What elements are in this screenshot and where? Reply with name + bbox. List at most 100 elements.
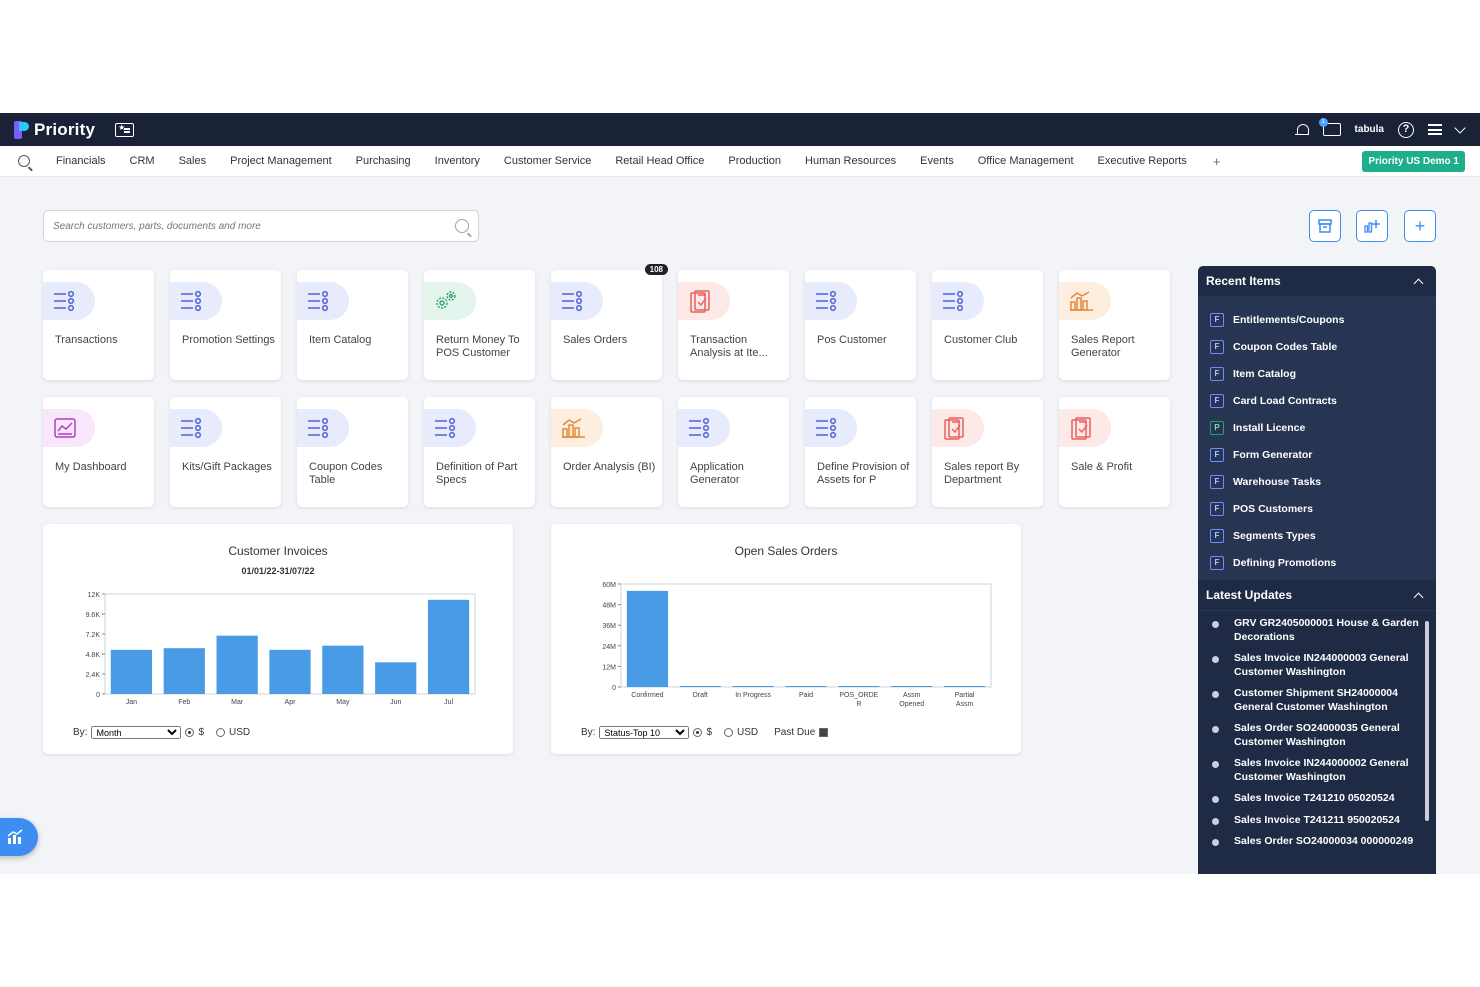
update-item[interactable]: Sales Invoice T241211 950020524	[1210, 814, 1436, 828]
id-card-icon[interactable]	[115, 122, 135, 137]
priority-logo-icon	[14, 120, 30, 139]
tile-transactions[interactable]: Transactions	[43, 270, 154, 380]
nav-office-management[interactable]: Office Management	[978, 155, 1074, 167]
chevron-down-icon[interactable]	[1454, 121, 1466, 134]
bell-icon[interactable]	[1294, 123, 1309, 137]
recent-item[interactable]: F Entitlements/Coupons	[1198, 306, 1436, 333]
priority-logo[interactable]: Priority	[14, 120, 95, 140]
currency-radio-usd[interactable]	[216, 728, 226, 737]
nav-sales[interactable]: Sales	[179, 155, 207, 167]
tile-customer-club[interactable]: Customer Club	[932, 270, 1043, 380]
search-icon[interactable]	[18, 155, 30, 167]
chevron-up-icon[interactable]	[1413, 592, 1424, 602]
magnifier-icon[interactable]	[455, 219, 469, 233]
tile-definition-of-part-specs[interactable]: Definition of Part Specs	[424, 397, 535, 507]
nav-project-management[interactable]: Project Management	[230, 155, 332, 167]
nav-retail-head-office[interactable]: Retail Head Office	[615, 155, 704, 167]
archive-button[interactable]	[1309, 210, 1341, 242]
menu-icon[interactable]	[1428, 124, 1442, 135]
recent-item[interactable]: F Coupon Codes Table	[1198, 333, 1436, 360]
add-button[interactable]: +	[1404, 210, 1436, 242]
nav-human-resources[interactable]: Human Resources	[805, 155, 896, 167]
list-icon	[297, 282, 349, 320]
user-name[interactable]: tabula	[1355, 124, 1384, 135]
update-item[interactable]: Sales Invoice IN244000002 General Custom…	[1210, 757, 1436, 784]
period-select[interactable]: Month	[91, 726, 182, 739]
tile-pos-customer[interactable]: Pos Customer	[805, 270, 916, 380]
analytics-fab[interactable]	[0, 818, 38, 856]
tile-coupon-codes-table[interactable]: Coupon Codes Table	[297, 397, 408, 507]
item-type-badge: F	[1210, 393, 1224, 408]
open-sales-orders-card: Open Sales Orders 0 12M 24M 36M 48M 60M Confir…	[551, 524, 1021, 754]
nav-events[interactable]: Events	[920, 155, 954, 167]
update-item[interactable]: Sales Order SO24000034 000000249	[1210, 835, 1436, 849]
tile-label: Kits/Gift Packages	[182, 461, 272, 473]
x-tick-label: R	[856, 701, 861, 708]
messages-badge: 1	[1318, 118, 1328, 127]
tile-application-generator[interactable]: Application Generator	[678, 397, 789, 507]
update-item[interactable]: Sales Invoice IN244000003 General Custom…	[1210, 652, 1436, 679]
update-item[interactable]: Sales Invoice T241210 05020524	[1210, 792, 1436, 806]
messages-icon[interactable]: 1	[1318, 118, 1341, 136]
list-icon	[932, 282, 984, 320]
tile-sales-orders[interactable]: Sales Orders 108	[551, 264, 668, 380]
nav-production[interactable]: Production	[728, 155, 781, 167]
status-select[interactable]: Status-Top 10	[599, 726, 690, 739]
currency-radio-dollar[interactable]	[693, 728, 703, 737]
bullet-icon	[1212, 726, 1219, 733]
chart-controls: By: Month $ USD	[73, 726, 250, 739]
bar	[943, 686, 986, 687]
latest-updates-header[interactable]: Latest Updates	[1198, 580, 1436, 611]
nav-purchasing[interactable]: Purchasing	[356, 155, 411, 167]
updates-scrollbar[interactable]	[1425, 621, 1429, 821]
recent-item-label: Item Catalog	[1233, 367, 1297, 380]
recent-item[interactable]: F Warehouse Tasks	[1198, 468, 1436, 495]
tile-sales-report-generator[interactable]: Sales Report Generator	[1059, 270, 1170, 380]
currency-radio-usd[interactable]	[724, 728, 734, 737]
nav-inventory[interactable]: Inventory	[435, 155, 480, 167]
recent-item[interactable]: F Segments Types	[1198, 522, 1436, 549]
y-tick-label: 0	[612, 685, 616, 692]
add-chart-button[interactable]	[1356, 210, 1388, 242]
currency-radio-dollar[interactable]	[185, 728, 195, 737]
help-icon[interactable]: ?	[1398, 121, 1414, 138]
recent-item[interactable]: P Install Licence	[1198, 414, 1436, 441]
tile-define-provision-of-assets-for-p[interactable]: Define Provision of Assets for P	[805, 397, 916, 507]
past-due-checkbox[interactable]	[819, 728, 829, 737]
nav-customer-service[interactable]: Customer Service	[504, 155, 591, 167]
recent-item[interactable]: F Defining Promotions	[1198, 549, 1436, 576]
update-item[interactable]: Sales Order SO24000035 General Customer …	[1210, 722, 1436, 749]
tile-item-catalog[interactable]: Item Catalog	[297, 270, 408, 380]
x-tick-label: Assm	[903, 692, 921, 699]
tile-kits-gift-packages[interactable]: Kits/Gift Packages	[170, 397, 281, 507]
customer-invoices-card: Customer Invoices 01/01/22-31/07/22 0 2.4…	[43, 524, 513, 754]
recent-item[interactable]: F Form Generator	[1198, 441, 1436, 468]
chevron-up-icon[interactable]	[1413, 278, 1424, 288]
tile-promotion-settings[interactable]: Promotion Settings	[170, 270, 281, 380]
item-type-badge: F	[1210, 555, 1224, 570]
report-icon	[678, 282, 730, 320]
update-item[interactable]: GRV GR2405000001 House & Garden Decorati…	[1210, 617, 1436, 644]
search-input[interactable]	[53, 220, 433, 232]
tile-return-money-to-pos-customer[interactable]: Return Money To POS Customer	[424, 270, 535, 380]
analytics-icon	[7, 829, 23, 844]
tile-sales-report-by-department[interactable]: Sales report By Department	[932, 397, 1043, 507]
nav-executive-reports[interactable]: Executive Reports	[1098, 155, 1187, 167]
y-tick-label: 48M	[602, 603, 616, 610]
tile-transaction-analysis-at-ite[interactable]: Transaction Analysis at Ite...	[678, 270, 789, 380]
tile-order-analysis-bi[interactable]: Order Analysis (BI)	[551, 397, 662, 507]
nav-financials[interactable]: Financials	[56, 155, 106, 167]
add-module-button[interactable]: +	[1213, 154, 1221, 169]
recent-items-header[interactable]: Recent Items	[1198, 266, 1436, 297]
nav-crm[interactable]: CRM	[130, 155, 155, 167]
tile-my-dashboard[interactable]: My Dashboard	[43, 397, 154, 507]
x-tick-label: Confirmed	[631, 692, 663, 699]
company-button[interactable]: Priority US Demo 1	[1362, 150, 1465, 172]
x-tick-label: Apr	[285, 699, 297, 706]
recent-item[interactable]: F POS Customers	[1198, 495, 1436, 522]
recent-item-label: POS Customers	[1233, 502, 1313, 515]
update-item[interactable]: Customer Shipment SH24000004 General Cus…	[1210, 687, 1436, 714]
recent-item[interactable]: F Card Load Contracts	[1198, 387, 1436, 414]
tile-sale-profit[interactable]: Sale & Profit	[1059, 397, 1170, 507]
recent-item[interactable]: F Item Catalog	[1198, 360, 1436, 387]
